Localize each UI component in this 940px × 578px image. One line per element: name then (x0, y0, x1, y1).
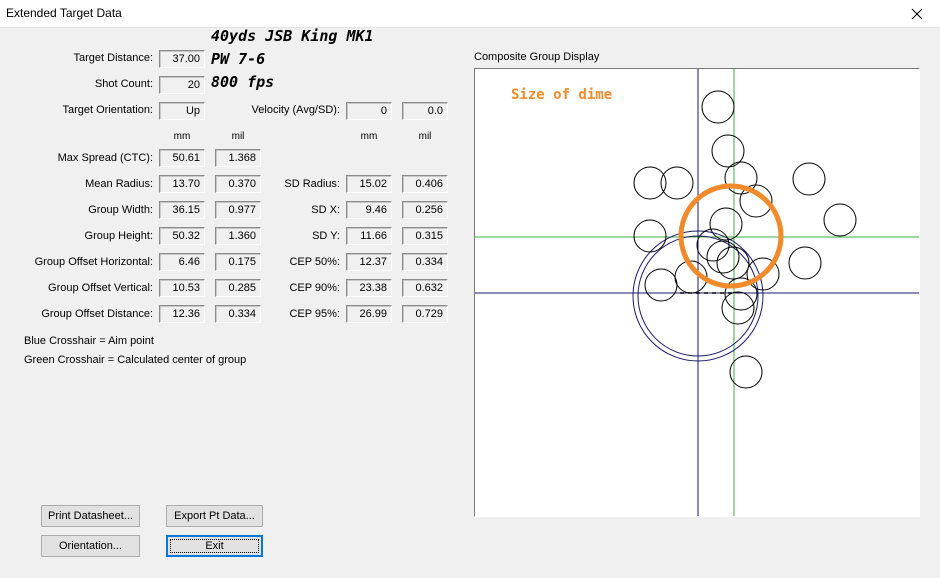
max-spread-label: Max Spread (CTC): (57, 152, 153, 164)
target-orientation-field: Up (159, 102, 205, 120)
shot-impact (716, 246, 750, 280)
orientation-button[interactable]: Orientation... (41, 535, 140, 557)
exit-button[interactable]: Exit (166, 535, 263, 557)
cep90-mil: 0.632 (402, 279, 448, 297)
group-height-label: Group Height: (84, 230, 153, 242)
sd-x-mm: 9.46 (346, 201, 392, 219)
cep90-mm: 23.38 (346, 279, 392, 297)
shot-impact (823, 203, 857, 237)
target-orientation-label: Target Orientation: (62, 104, 154, 116)
group-width-mil: 0.977 (215, 201, 261, 219)
cep50-mil: 0.334 (402, 253, 448, 271)
sd-radius-mm: 15.02 (346, 175, 392, 193)
annotation-rifle: PW 7-6 (211, 50, 266, 68)
max-spread-mil: 1.368 (215, 149, 261, 167)
dime-label: Size of dime (511, 87, 613, 103)
left-mil-header: mil (231, 131, 245, 142)
group-width-mm: 36.15 (159, 201, 205, 219)
offset-distance-label: Group Offset Distance: (41, 308, 153, 320)
offset-vertical-mm: 10.53 (159, 279, 205, 297)
shot-count-field: 20 (159, 76, 205, 94)
shot-count-label: Shot Count: (94, 78, 153, 90)
group-height-mm: 50.32 (159, 227, 205, 245)
cep95-mm: 26.99 (346, 305, 392, 323)
annotation-velocity: 800 fps (211, 73, 275, 91)
title-bar: Extended Target Data (0, 0, 940, 28)
mean-radius-mil: 0.370 (215, 175, 261, 193)
plot-title: Composite Group Display (474, 51, 600, 63)
green-crosshair-note: Green Crosshair = Calculated center of g… (24, 354, 247, 366)
cep95-mil: 0.729 (402, 305, 448, 323)
close-button[interactable] (894, 0, 940, 28)
velocity-label: Velocity (Avg/SD): (251, 104, 340, 116)
mean-radius-mm: 13.70 (159, 175, 205, 193)
shot-impact (701, 90, 735, 124)
composite-group-display: Size of dime (474, 68, 920, 517)
cep50-mm: 12.37 (346, 253, 392, 271)
shot-impact (729, 355, 763, 389)
sd-x-label: SD X: (311, 204, 340, 216)
target-distance-field: 37.00 (159, 50, 205, 68)
max-spread-mm: 50.61 (159, 149, 205, 167)
sd-y-label: SD Y: (312, 230, 340, 242)
target-distance-label: Target Distance: (73, 52, 153, 64)
export-pt-data-button[interactable]: Export Pt Data... (166, 505, 263, 527)
blue-crosshair-note: Blue Crosshair = Aim point (24, 335, 154, 347)
shot-impact (788, 246, 822, 280)
offset-horizontal-mil: 0.175 (215, 253, 261, 271)
print-datasheet-button[interactable]: Print Datasheet... (41, 505, 140, 527)
offset-distance-mm: 12.36 (159, 305, 205, 323)
velocity-avg-field: 0 (346, 102, 392, 120)
group-plot-svg (475, 69, 919, 516)
offset-distance-mil: 0.334 (215, 305, 261, 323)
shot-impact (792, 162, 826, 196)
cep95-label: CEP 95%: (289, 308, 340, 320)
annotation-ammo: 40yds JSB King MK1 (211, 27, 374, 45)
offset-vertical-mil: 0.285 (215, 279, 261, 297)
offset-horizontal-label: Group Offset Horizontal: (34, 256, 153, 268)
right-mil-header: mil (418, 131, 432, 142)
shot-impact (633, 219, 667, 253)
sd-radius-label: SD Radius: (284, 178, 340, 190)
focus-ring (170, 539, 259, 553)
offset-horizontal-mm: 6.46 (159, 253, 205, 271)
close-icon[interactable] (911, 8, 923, 20)
offset-vertical-label: Group Offset Vertical: (48, 282, 153, 294)
velocity-sd-field: 0.0 (402, 102, 448, 120)
sd-radius-mil: 0.406 (402, 175, 448, 193)
mean-radius-label: Mean Radius: (85, 178, 153, 190)
group-height-mil: 1.360 (215, 227, 261, 245)
sd-x-mil: 0.256 (402, 201, 448, 219)
group-width-label: Group Width: (88, 204, 153, 216)
left-mm-header: mm (173, 131, 191, 142)
window-title: Extended Target Data (6, 6, 122, 20)
sd-y-mil: 0.315 (402, 227, 448, 245)
cep90-label: CEP 90%: (289, 282, 340, 294)
shot-impact (644, 268, 678, 302)
cep50-label: CEP 50%: (289, 256, 340, 268)
right-mm-header: mm (360, 131, 378, 142)
sd-y-mm: 11.66 (346, 227, 392, 245)
